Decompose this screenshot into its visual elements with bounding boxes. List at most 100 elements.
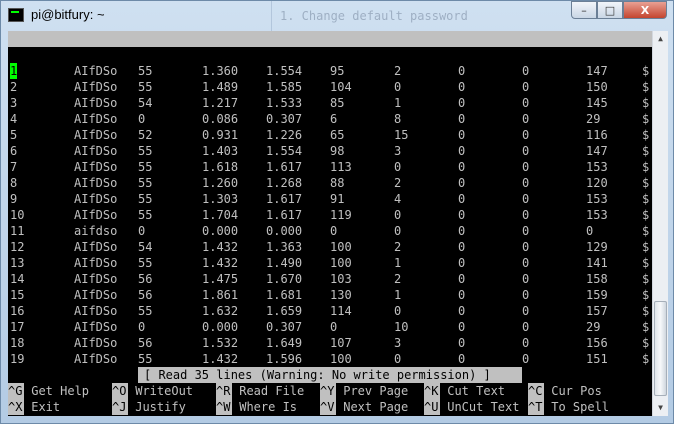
log-cell: 0	[522, 224, 530, 238]
log-cell: 1.475	[202, 272, 239, 286]
log-cell: 0	[138, 224, 146, 238]
shortcut-key: ^V	[320, 399, 336, 415]
log-cell: 153	[586, 208, 608, 222]
scrollbar-thumb[interactable]	[654, 301, 667, 396]
log-cell: AIfDSo	[74, 304, 118, 318]
log-cell: 0	[458, 336, 466, 350]
log-cell: 0	[522, 272, 530, 286]
shortcut-read-file[interactable]: ^R Read File	[216, 383, 304, 399]
line-number: 12	[10, 240, 25, 254]
minimize-button[interactable]: –	[571, 1, 597, 19]
log-cell: 55	[138, 352, 153, 366]
log-cell: 1.585	[266, 80, 303, 94]
log-cell: AIfDSo	[74, 144, 118, 158]
log-cell: 0	[330, 224, 338, 238]
log-cell: 147	[586, 144, 608, 158]
log-cell: 141	[586, 256, 608, 270]
window-controls: – □ X	[571, 1, 667, 21]
shortcut-label: Exit	[31, 400, 61, 414]
log-cell: 0	[522, 304, 530, 318]
log-cell: 0	[522, 256, 530, 270]
shortcut-cut-text[interactable]: ^K Cut Text	[424, 383, 505, 399]
log-cell: 0	[138, 320, 146, 334]
log-cell: 0	[458, 192, 466, 206]
maximize-button[interactable]: □	[597, 1, 623, 19]
shortcut-next-page[interactable]: ^V Next Page	[320, 399, 408, 415]
log-cell: 6	[330, 112, 338, 126]
log-cell: 0	[458, 112, 466, 126]
log-cell: 120	[586, 176, 608, 190]
line-number: 11	[10, 224, 25, 238]
log-cell: 4	[394, 192, 402, 206]
log-cell: 1.532	[202, 336, 239, 350]
log-cell: 1.489	[202, 80, 239, 94]
log-cell: 0	[522, 128, 530, 142]
shortcut-key: ^U	[424, 399, 440, 415]
scroll-up-arrow-icon[interactable]: ▲	[653, 31, 668, 47]
log-cell: AIfDSo	[74, 336, 118, 350]
shortcut-to-spell[interactable]: ^T To Spell	[528, 399, 609, 415]
vertical-scrollbar[interactable]: ▲ ▼	[652, 31, 668, 416]
shortcut-get-help[interactable]: ^G Get Help	[8, 383, 89, 399]
log-cell: 0	[522, 192, 530, 206]
log-cell: AIfDSo	[74, 160, 118, 174]
log-cell: 0	[522, 144, 530, 158]
log-cell: 0	[522, 288, 530, 302]
log-row: 4 AIfDSo 0 0.086 0.307 6 8 0 0 29 $	[8, 111, 652, 127]
log-cell: 2	[394, 240, 402, 254]
log-cell: 52	[138, 128, 153, 142]
log-cell: $	[642, 240, 650, 254]
shortcut-justify[interactable]: ^J Justify	[112, 399, 186, 415]
log-cell: 56	[138, 272, 153, 286]
shortcut-key: ^X	[8, 399, 24, 415]
log-cell: 113	[330, 160, 352, 174]
log-cell: 153	[586, 192, 608, 206]
log-cell: AIfDSo	[74, 112, 118, 126]
log-cell: 100	[330, 256, 352, 270]
log-cell: 0	[458, 320, 466, 334]
log-cell: 1.659	[266, 304, 303, 318]
line-number: 4	[10, 112, 18, 126]
line-number: 8	[10, 176, 18, 190]
log-row: 18 AIfDSo 56 1.532 1.649 107 3 0 0 156 $	[8, 335, 652, 351]
terminal-area[interactable]: GNU nano 2.2.6 File: /run/shm/.stat.log …	[8, 31, 652, 416]
log-cell: 156	[586, 336, 608, 350]
log-cell: 116	[586, 128, 608, 142]
close-button[interactable]: X	[623, 1, 667, 19]
line-number: 14	[10, 272, 25, 286]
log-cell: 0.307	[266, 112, 303, 126]
shortcut-where-is[interactable]: ^W Where Is	[216, 399, 297, 415]
log-cell: 0	[458, 304, 466, 318]
log-cell: AIfDSo	[74, 208, 118, 222]
shortcut-key: ^Y	[320, 383, 336, 399]
log-cell: 1.303	[202, 192, 239, 206]
log-cell: 157	[586, 304, 608, 318]
log-cell: 0.307	[266, 320, 303, 334]
line-number: 17	[10, 320, 25, 334]
shortcut-key: ^K	[424, 383, 440, 399]
log-cell: 0	[522, 160, 530, 174]
log-cell: $	[642, 208, 650, 222]
log-cell: 1.554	[266, 64, 303, 78]
log-cell: 55	[138, 192, 153, 206]
log-cell: 1.618	[202, 160, 239, 174]
shortcut-writeout[interactable]: ^O WriteOut	[112, 383, 193, 399]
shortcut-exit[interactable]: ^X Exit	[8, 399, 60, 415]
log-row: 10 AIfDSo 55 1.704 1.617 119 0 0 0 153 $	[8, 207, 652, 223]
shortcut-uncut-text[interactable]: ^U UnCut Text	[424, 399, 519, 415]
log-cell: 1.617	[266, 192, 303, 206]
terminal-icon[interactable]	[8, 8, 24, 22]
log-cell: 55	[138, 256, 153, 270]
shortcut-prev-page[interactable]: ^Y Prev Page	[320, 383, 408, 399]
log-cell: 1.617	[266, 208, 303, 222]
log-cell: 1.649	[266, 336, 303, 350]
title-bar[interactable]: pi@bitfury: ~ 1. Change default password…	[1, 1, 673, 31]
log-cell: 1.363	[266, 240, 303, 254]
shortcut-cur-pos[interactable]: ^C Cur Pos	[528, 383, 602, 399]
scroll-down-arrow-icon[interactable]: ▼	[653, 400, 668, 416]
log-cell: $	[642, 224, 650, 238]
line-number: 1	[10, 63, 18, 79]
shortcut-label: Cut Text	[447, 384, 506, 398]
log-row: 1 AIfDSo 55 1.360 1.554 95 2 0 0 147 $	[8, 63, 652, 79]
log-cell: 0	[522, 320, 530, 334]
